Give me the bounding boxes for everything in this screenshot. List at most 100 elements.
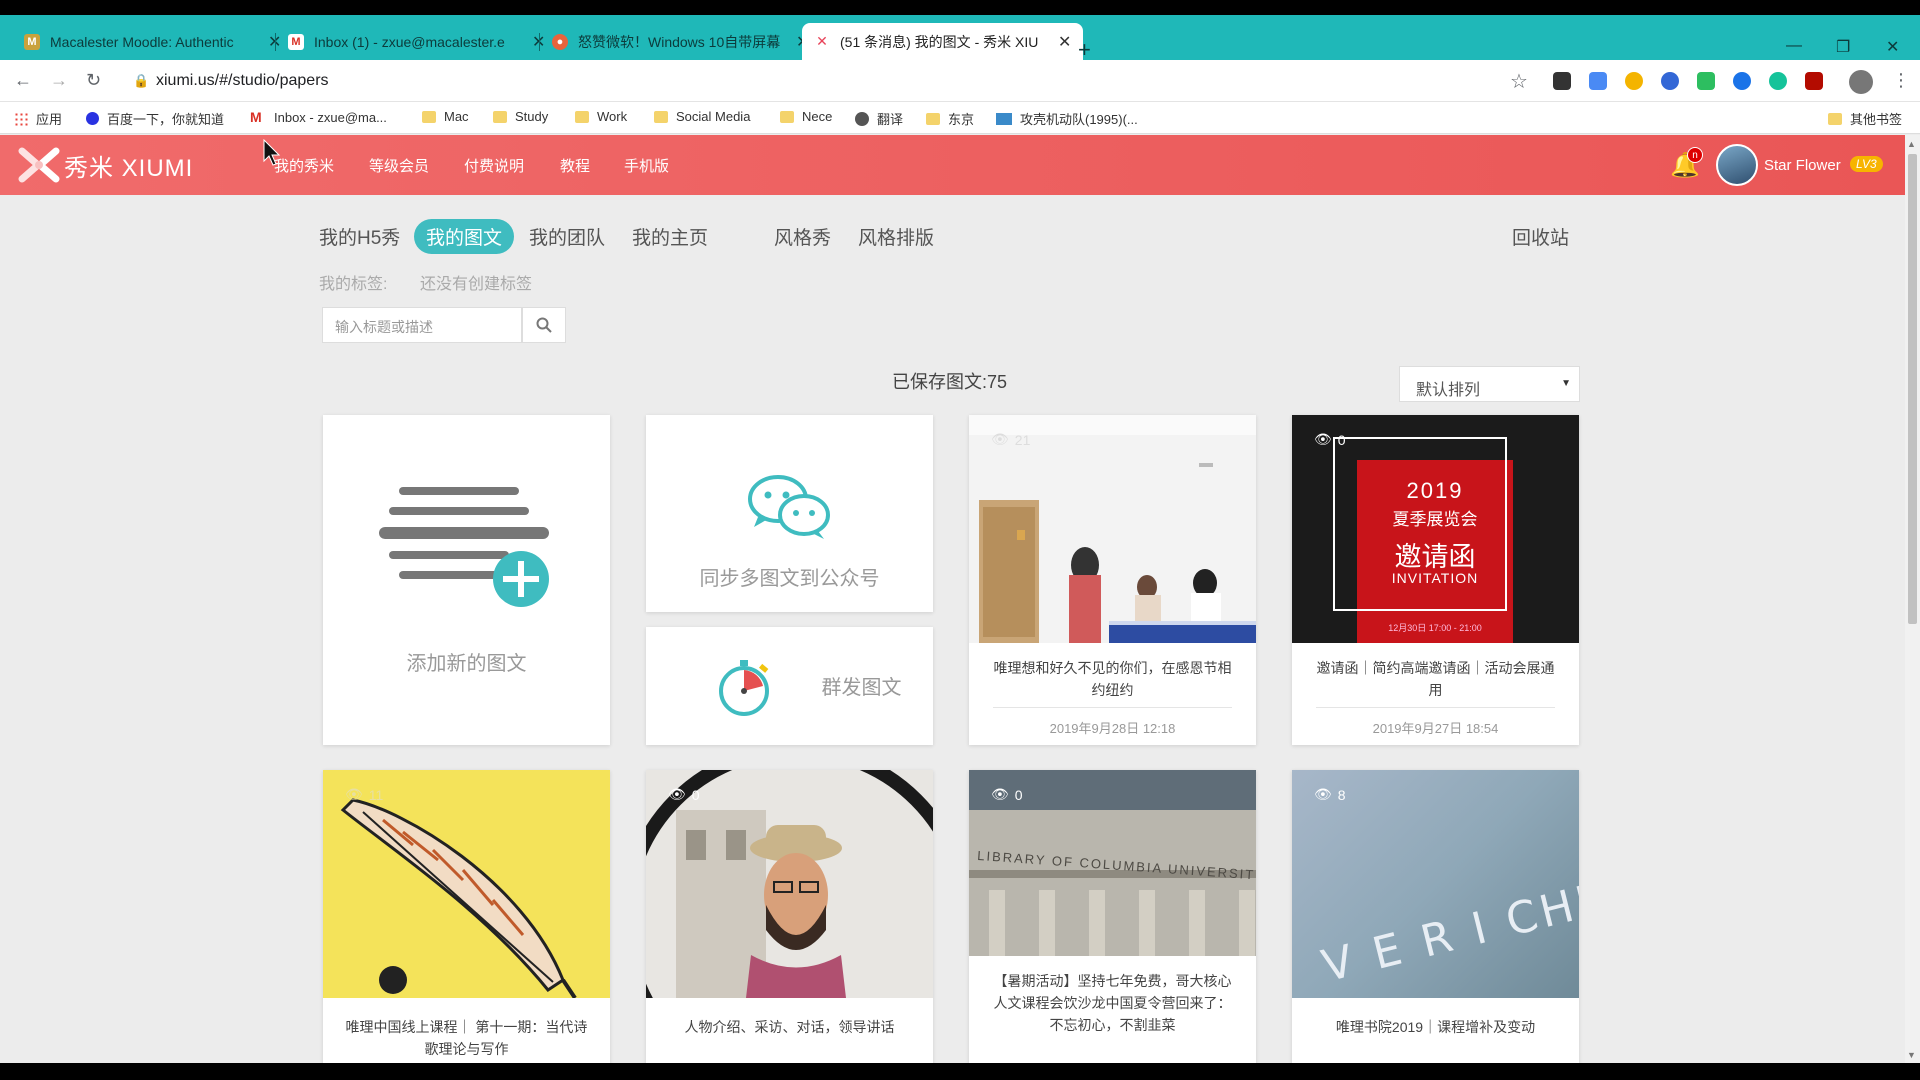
browser-tab-active[interactable]: ✕ (51 条消息) 我的图文 - 秀米 XIU ✕	[802, 23, 1084, 60]
tab-style-show[interactable]: 风格秀	[774, 223, 831, 250]
paper-title: 唯理想和好久不见的你们，在感恩节相约纽约	[993, 660, 1232, 698]
scroll-up-icon[interactable]: ▲	[1907, 139, 1916, 149]
close-window-icon[interactable]: ✕	[1886, 37, 1899, 57]
bookmark-label: Inbox - zxue@ma...	[274, 109, 387, 125]
browser-tab-strip: M Macalester Moodle: Authentic ✕ M Inbox…	[0, 15, 1920, 62]
meeting-photo	[969, 415, 1256, 643]
pdf-extension-icon[interactable]	[1805, 72, 1823, 90]
view-count: 👁 11	[345, 786, 383, 803]
mass-send-card[interactable]: 群发图文	[646, 627, 933, 745]
view-count-value: 0	[1337, 431, 1346, 448]
bookmark-folder-social-media[interactable]: Social Media	[654, 109, 750, 124]
gmail-favicon-icon: M	[288, 33, 304, 50]
nav-membership[interactable]: 等级会员	[369, 155, 429, 176]
paper-card[interactable]: 👁 0 人物介绍、采访、对话，领导讲话	[646, 770, 933, 1070]
paper-card[interactable]: 👁 21 唯理想和好久不见的你们，在感恩节相约纽约 2019年9月28日 12:…	[969, 415, 1256, 745]
bookmark-folder-nece[interactable]: Nece	[780, 109, 832, 124]
bookmark-folder-study[interactable]: Study	[493, 109, 548, 124]
extension-icon[interactable]	[1733, 72, 1751, 90]
sync-wechat-card[interactable]: 同步多图文到公众号	[646, 415, 933, 612]
paper-thumbnail: 👁 11	[323, 770, 610, 998]
scroll-down-icon[interactable]: ▼	[1907, 1050, 1916, 1060]
folder-icon	[1828, 112, 1842, 125]
sync-wechat-label: 同步多图文到公众号	[699, 568, 880, 590]
paper-card[interactable]: 2019 夏季展览会 邀请函 INVITATION 12月30日 17:00 -…	[1292, 415, 1579, 745]
user-name[interactable]: Star Flower	[1764, 157, 1841, 174]
view-count-value: 0	[1014, 786, 1023, 803]
translate-extension-icon[interactable]	[1589, 72, 1607, 90]
paper-card[interactable]: V E R I CHINA 👁 8 唯理书院2019｜课程增补及变动	[1292, 770, 1579, 1070]
address-bar: ← → ↻ 🔒 xiumi.us/#/studio/papers ☆ ⋮	[0, 60, 1920, 102]
tag-empty-text: 还没有创建标签	[420, 276, 533, 293]
grammarly-icon[interactable]	[1769, 72, 1787, 90]
paper-card[interactable]: 👁 11 唯理中国线上课程｜ 第十一期：当代诗歌理论与写作	[323, 770, 610, 1070]
other-bookmarks[interactable]: 其他书签	[1828, 109, 1902, 128]
extension-icon[interactable]	[1661, 72, 1679, 90]
tab-style-layout[interactable]: 风格排版	[858, 223, 934, 250]
url-field[interactable]: xiumi.us/#/studio/papers	[156, 72, 329, 90]
bookmark-translate[interactable]: 翻译	[855, 109, 903, 128]
mass-send-label: 群发图文	[821, 677, 902, 699]
bookmark-folder-tokyo[interactable]: 东京	[926, 109, 974, 128]
tab-my-homepage[interactable]: 我的主页	[632, 223, 708, 250]
xiumi-header: 秀米 XIUMI 我的秀米 等级会员 付费说明 教程 手机版 🔔 n Star …	[0, 135, 1905, 195]
moodle-favicon-icon: M	[24, 33, 40, 50]
tab-my-papers[interactable]: 我的图文	[414, 219, 515, 254]
sort-select[interactable]: 默认排列 ▼	[1399, 366, 1580, 402]
add-new-paper-card[interactable]: 添加新的图文	[323, 415, 610, 745]
profile-avatar-icon[interactable]	[1849, 70, 1873, 94]
xiumi-logo[interactable]: 秀米 XIUMI	[18, 147, 193, 183]
paper-title: 唯理书院2019｜课程增补及变动	[1335, 1019, 1536, 1035]
browser-tab[interactable]: M Inbox (1) - zxue@macalester.e ✕	[276, 23, 557, 60]
nav-tutorial[interactable]: 教程	[560, 155, 590, 176]
scrollbar-thumb[interactable]	[1908, 154, 1917, 624]
folder-icon	[422, 110, 436, 123]
tab-my-team[interactable]: 我的团队	[529, 223, 605, 250]
poster-time: 12月30日 17:00 - 21:00	[1388, 623, 1482, 633]
forward-icon[interactable]: →	[50, 70, 68, 91]
browser-tab[interactable]: M Macalester Moodle: Authentic ✕	[12, 23, 293, 60]
divider	[1316, 707, 1555, 708]
bookmark-apps[interactable]: 应用	[14, 109, 62, 128]
paper-thumbnail: V E R I CHINA 👁 8	[1292, 770, 1579, 998]
bookmark-folder-mac[interactable]: Mac	[422, 109, 469, 124]
restore-icon[interactable]: ❐	[1836, 37, 1850, 57]
recycle-bin-link[interactable]: 回收站	[1512, 223, 1569, 250]
paper-thumbnail: 👁 0	[646, 770, 933, 998]
folder-icon	[654, 110, 668, 123]
bookmark-label: Study	[515, 109, 549, 124]
veri-china-text: V E R I CHINA	[1317, 858, 1579, 993]
reload-icon[interactable]: ↻	[86, 70, 101, 91]
minimize-icon[interactable]: —	[1786, 37, 1802, 55]
nav-pricing[interactable]: 付费说明	[464, 155, 524, 176]
xiumi-favicon-icon: ✕	[814, 33, 830, 50]
bookmark-ghost-in-shell[interactable]: 攻壳机动队(1995)(...	[996, 109, 1138, 128]
evernote-icon[interactable]	[1697, 72, 1715, 90]
back-icon[interactable]: ←	[14, 70, 32, 91]
view-count: 👁 8	[1314, 786, 1346, 803]
nav-my-xiumi[interactable]: 我的秀米	[274, 155, 334, 176]
tab-title: (51 条消息) 我的图文 - 秀米 XIU	[840, 33, 1039, 50]
view-count: 👁 0	[991, 786, 1023, 803]
view-count: 👁 0	[1314, 431, 1346, 448]
bottom-black-bar	[0, 1063, 1920, 1080]
user-avatar[interactable]	[1716, 144, 1758, 186]
paper-title: 人物介绍、采访、对话，领导讲话	[684, 1019, 895, 1035]
bookmark-folder-work[interactable]: Work	[575, 109, 627, 124]
extension-icon[interactable]	[1553, 72, 1571, 90]
bookmark-inbox[interactable]: M Inbox - zxue@ma...	[250, 109, 387, 125]
eye-icon: 👁	[668, 786, 686, 802]
nav-mobile[interactable]: 手机版	[624, 155, 669, 176]
wechat-icon	[748, 475, 830, 539]
close-tab-icon[interactable]: ✕	[1058, 32, 1071, 52]
extension-icon[interactable]	[1625, 72, 1643, 90]
view-count-value: 8	[1337, 786, 1346, 803]
search-input[interactable]: 输入标题或描述	[322, 307, 522, 343]
search-button[interactable]	[522, 307, 566, 343]
browser-tab[interactable]: ● 怒赞微软！Windows 10自带屏幕 ✕	[540, 23, 821, 60]
bookmark-star-icon[interactable]: ☆	[1510, 69, 1528, 94]
paper-card[interactable]: LIBRARY OF COLUMBIA UNIVERSITY 👁 0 【暑期活动…	[969, 770, 1256, 1070]
bookmark-baidu[interactable]: 百度一下，你就知道	[86, 109, 224, 128]
browser-menu-icon[interactable]: ⋮	[1892, 70, 1910, 91]
tab-my-h5[interactable]: 我的H5秀	[319, 223, 400, 250]
